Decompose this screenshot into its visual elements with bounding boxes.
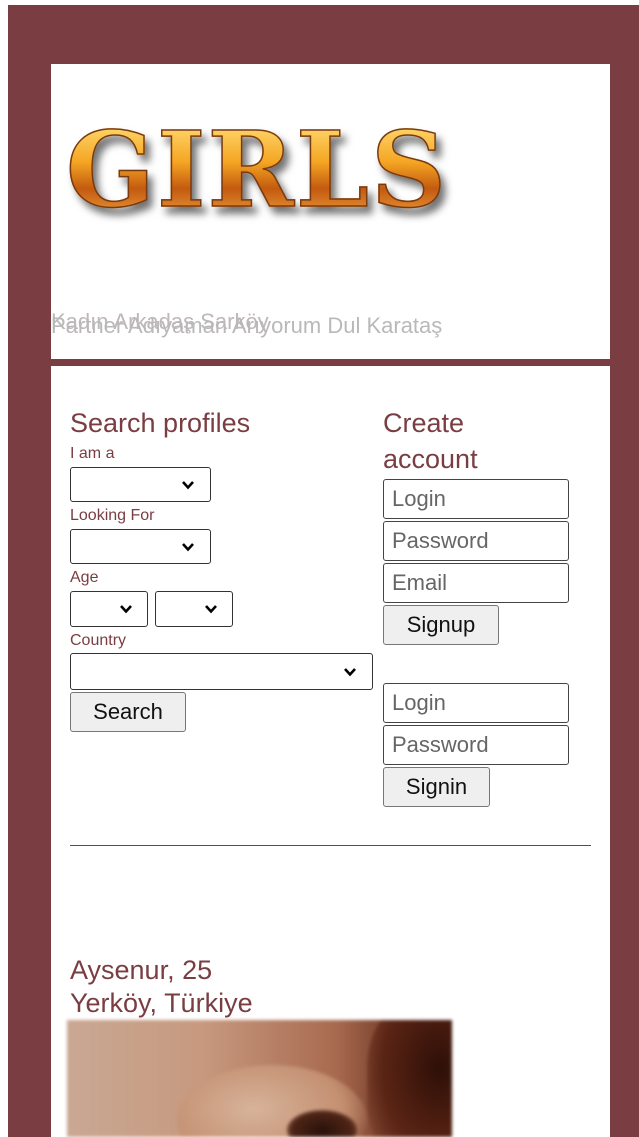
signin-password-input[interactable]: [383, 725, 569, 765]
marquee-text-2[interactable]: Partner Adıyaman Arıyorum Dul Karataş: [51, 315, 442, 337]
country-label: Country: [70, 632, 127, 649]
signin-button[interactable]: Signin: [383, 767, 490, 807]
signup-login-input[interactable]: [383, 479, 569, 519]
age-to-select[interactable]: [155, 591, 233, 627]
signin-login-input[interactable]: [383, 683, 569, 723]
create-account-heading-line1: Create: [383, 408, 465, 438]
age-from-select[interactable]: [70, 591, 148, 627]
looking-for-label: Looking For: [70, 507, 155, 524]
signup-button[interactable]: Signup: [383, 605, 499, 645]
looking-for-select[interactable]: [70, 529, 211, 564]
profile-name-age[interactable]: Aysenur, 25: [70, 954, 212, 986]
profile-photo[interactable]: [67, 1020, 452, 1137]
iam-select[interactable]: [70, 467, 211, 502]
signup-password-input[interactable]: [383, 521, 569, 561]
photo-hair-region: [367, 1020, 452, 1137]
iam-label: I am a: [70, 445, 115, 462]
age-label: Age: [70, 569, 99, 586]
profile-location: Yerköy, Türkiye: [70, 988, 253, 1018]
search-button[interactable]: Search: [70, 692, 186, 732]
country-select[interactable]: [70, 653, 373, 690]
signup-email-input[interactable]: [383, 563, 569, 603]
create-account-heading-line2: account: [383, 444, 478, 474]
site-logo[interactable]: GIRLS: [65, 117, 448, 223]
section-divider: [70, 845, 591, 846]
search-profiles-heading: Search profiles: [70, 408, 251, 438]
